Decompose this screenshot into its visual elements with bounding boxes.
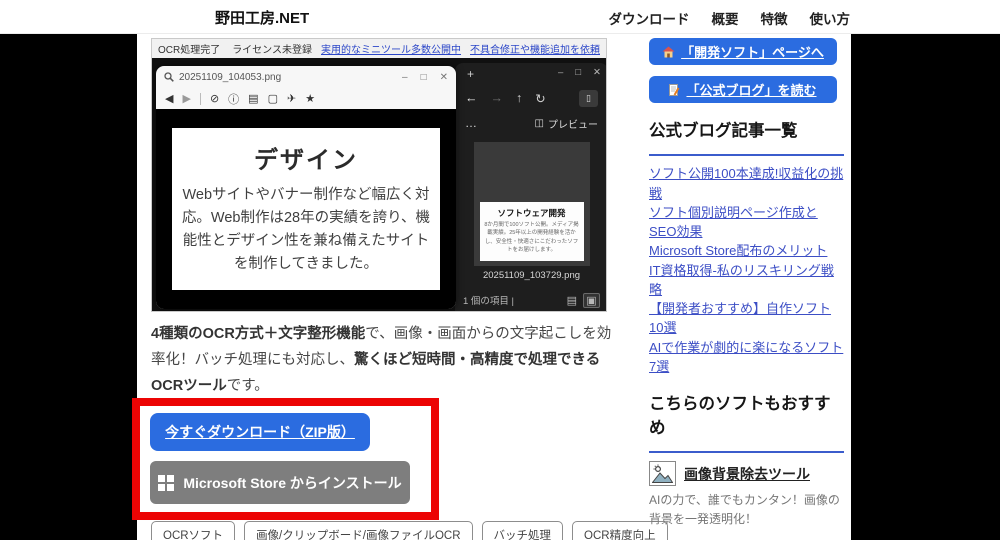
official-blog-label: 「公式ブログ」を読む bbox=[686, 83, 817, 98]
status-links: 実用的なミニツール多数公開中 不具合修正や機能追加を依頼 bbox=[321, 41, 600, 56]
description-text-2: です。 bbox=[226, 377, 269, 394]
viewer-window-title: 20251109_104053.png bbox=[179, 71, 282, 83]
file-explorer-window: + – □ ✕ ← → ↑ ↻ ▯ … ◫ プレビュー ソフトウェア開発 8か月… bbox=[455, 63, 606, 311]
clipboard-icon[interactable]: ▤ bbox=[248, 92, 258, 105]
close-icon[interactable]: ✕ bbox=[593, 67, 601, 78]
download-highlight-box: 今すぐダウンロード（ZIP版） Microsoft Store からインストール bbox=[132, 398, 439, 520]
blog-list-heading: 公式ブログ記事一覧 bbox=[649, 122, 798, 140]
toolbar-divider bbox=[199, 92, 201, 105]
license-status-text: ライセンス未登録 bbox=[232, 45, 312, 56]
tag-chip[interactable]: OCRソフト bbox=[151, 521, 236, 540]
bg-removal-tool-link[interactable]: 画像背景除去ツール bbox=[684, 464, 810, 484]
official-blog-button[interactable]: 「公式ブログ」を読む bbox=[649, 76, 837, 103]
maximize-icon[interactable]: □ bbox=[575, 67, 581, 78]
maximize-icon[interactable]: □ bbox=[421, 72, 427, 83]
design-card-heading: デザイン bbox=[254, 146, 358, 174]
recommend-item: 画像背景除去ツール bbox=[649, 461, 844, 487]
home-icon bbox=[662, 46, 675, 57]
explorer-file-area: ソフトウェア開発 8か月間で100ソフト公開。メディア掲載実績。25年以上の開発… bbox=[455, 135, 606, 281]
image-viewer-window: 20251109_104053.png – □ ✕ ◀ ▶ ⊘ ⓘ ▤ ▢ ✈ … bbox=[156, 66, 456, 309]
download-zip-button[interactable]: 今すぐダウンロード（ZIP版） bbox=[150, 413, 370, 451]
screenshot-dark-area: 20251109_104053.png – □ ✕ ◀ ▶ ⊘ ⓘ ▤ ▢ ✈ … bbox=[152, 58, 606, 311]
tag-chip[interactable]: バッチ処理 bbox=[481, 521, 564, 540]
top-nav-item[interactable]: 特徴 bbox=[761, 8, 788, 28]
software-description: 4種類のOCR方式＋文字整形機能で、画像・画面からの文字起こしを効率化！バッチ処… bbox=[151, 322, 619, 399]
new-tab-icon[interactable]: + bbox=[467, 67, 474, 81]
more-icon[interactable]: … bbox=[465, 116, 477, 130]
folder-icon[interactable]: ▢ bbox=[268, 92, 278, 105]
forward-icon[interactable]: ▶ bbox=[182, 92, 190, 105]
explorer-commandbar: … ◫ プレビュー bbox=[455, 111, 606, 135]
blog-link-list: ソフト公開100本達成!収益化の挑戦 ソフト個別説明ページ作成とSEO効果 Micr… bbox=[649, 164, 844, 376]
thumbnail-body: 8か月間で100ソフト公開。メディア掲載実績。25年以上の開発経験を活かし、安全… bbox=[484, 221, 579, 254]
heading-rule bbox=[649, 153, 844, 157]
file-thumbnail[interactable]: ソフトウェア開発 8か月間で100ソフト公開。メディア掲載実績。25年以上の開発… bbox=[473, 142, 590, 266]
viewer-titlebar: 20251109_104053.png – □ ✕ bbox=[156, 66, 456, 88]
blog-link[interactable]: Microsoft Store配布のメリット bbox=[649, 241, 844, 260]
viewer-toolbar: ◀ ▶ ⊘ ⓘ ▤ ▢ ✈ ★ bbox=[156, 88, 456, 109]
explorer-statusbar: 1 個の項目 | ▤ ▣ bbox=[455, 289, 606, 311]
magnifier-icon bbox=[164, 72, 174, 82]
site-title: 野田工房.NET bbox=[215, 10, 310, 27]
blocked-icon[interactable]: ⊘ bbox=[210, 92, 219, 105]
tag-row: OCRソフト 画像/クリップボード/画像ファイルOCR バッチ処理 OCR精度向上 bbox=[151, 521, 668, 540]
blog-link[interactable]: IT資格取得-私のリスキリング戦略 bbox=[649, 261, 844, 299]
nav-forward-icon[interactable]: → bbox=[491, 91, 504, 105]
top-nav-item[interactable]: ダウンロード bbox=[609, 8, 690, 28]
minimize-icon[interactable]: – bbox=[558, 67, 563, 78]
item-count-text: 1 個の項目 | bbox=[463, 296, 515, 307]
nav-back-icon[interactable]: ← bbox=[465, 91, 478, 105]
ocr-status-text: OCR処理完了 bbox=[158, 45, 221, 56]
viewer-image-area: デザイン Webサイトやバナー制作など幅広く対応。Web制作は28年の実績を誇り… bbox=[156, 109, 456, 309]
dev-soft-page-button[interactable]: 「開発ソフト」ページへ bbox=[649, 38, 837, 65]
refresh-icon[interactable]: ↻ bbox=[535, 91, 545, 106]
blog-link[interactable]: ソフト個別説明ページ作成とSEO効果 bbox=[649, 203, 844, 241]
preview-label: プレビュー bbox=[548, 119, 598, 131]
status-link[interactable]: 不具合修正や機能追加を依頼 bbox=[470, 41, 600, 56]
tag-chip[interactable]: 画像/クリップボード/画像ファイルOCR bbox=[244, 521, 473, 540]
description-bold-1: 4種類のOCR方式＋文字整形機能 bbox=[151, 326, 366, 342]
bg-removal-tool-description: AIの力で、誰でもカンタン！画像の背景を一発透明化！ bbox=[649, 493, 840, 526]
back-icon[interactable]: ◀ bbox=[165, 92, 173, 105]
top-nav-item[interactable]: 使い方 bbox=[810, 8, 851, 28]
dev-soft-page-label: 「開発ソフト」ページへ bbox=[681, 45, 824, 60]
thumbnail-view-icon[interactable]: ▣ bbox=[583, 292, 600, 308]
preview-toggle[interactable]: ◫ プレビュー bbox=[535, 116, 598, 131]
app-screenshot-image: OCR処理完了 ライセンス未登録 実用的なミニツール多数公開中 不具合修正や機能追… bbox=[151, 38, 607, 312]
device-icon[interactable]: ▯ bbox=[579, 89, 598, 107]
content-column: OCR処理完了 ライセンス未登録 実用的なミニツール多数公開中 不具合修正や機能追… bbox=[132, 34, 851, 540]
nav-up-icon[interactable]: ↑ bbox=[516, 91, 522, 105]
blog-link[interactable]: 【開発者おすすめ】自作ソフト10選 bbox=[649, 299, 844, 337]
minimize-icon[interactable]: – bbox=[402, 72, 408, 83]
recommend-heading: こちらのソフトもおすすめ bbox=[649, 395, 831, 437]
site-header: 野田工房.NET ダウンロード 概要 特徴 使い方 bbox=[0, 0, 1000, 34]
image-tool-icon bbox=[649, 461, 676, 487]
document-pencil-icon bbox=[669, 83, 680, 96]
heading-rule bbox=[649, 450, 844, 454]
list-view-icon[interactable]: ▤ bbox=[567, 294, 577, 307]
blog-link[interactable]: ソフト公開100本達成!収益化の挑戦 bbox=[649, 164, 844, 202]
download-zip-label: 今すぐダウンロード（ZIP版） bbox=[165, 424, 355, 440]
design-card: デザイン Webサイトやバナー制作など幅広く対応。Web制作は28年の実績を誇り… bbox=[172, 127, 440, 291]
explorer-tabbar: + – □ ✕ bbox=[455, 63, 606, 85]
explorer-navbar: ← → ↑ ↻ ▯ bbox=[455, 85, 606, 111]
close-icon[interactable]: ✕ bbox=[440, 72, 448, 83]
thumbnail-card: ソフトウェア開発 8か月間で100ソフト公開。メディア掲載実績。25年以上の開発… bbox=[479, 201, 584, 261]
preview-icon: ◫ bbox=[534, 117, 544, 129]
send-icon[interactable]: ✈ bbox=[287, 92, 296, 105]
file-name: 20251109_103729.png bbox=[482, 270, 581, 281]
pin-icon[interactable]: ★ bbox=[305, 92, 315, 105]
sidebar: 「開発ソフト」ページへ 「公式ブログ」を読む 公式ブログ記事一覧 ソフト公開10… bbox=[649, 38, 844, 540]
microsoft-store-button[interactable]: Microsoft Store からインストール bbox=[150, 461, 410, 504]
microsoft-logo-icon bbox=[158, 474, 175, 491]
top-nav-item[interactable]: 概要 bbox=[712, 8, 739, 28]
status-link[interactable]: 実用的なミニツール多数公開中 bbox=[321, 41, 461, 56]
top-nav: ダウンロード 概要 特徴 使い方 bbox=[609, 8, 851, 28]
app-status-bar: OCR処理完了 ライセンス未登録 実用的なミニツール多数公開中 不具合修正や機能追… bbox=[152, 39, 606, 58]
design-card-body: Webサイトやバナー制作など幅広く対応。Web制作は28年の実績を誇り、機能性と… bbox=[181, 186, 431, 273]
microsoft-store-label: Microsoft Store からインストール bbox=[183, 474, 402, 491]
thumbnail-heading: ソフトウェア開発 bbox=[497, 207, 566, 218]
info-icon[interactable]: ⓘ bbox=[228, 91, 239, 107]
blog-link[interactable]: AIで作業が劇的に楽になるソフト7選 bbox=[649, 338, 844, 376]
